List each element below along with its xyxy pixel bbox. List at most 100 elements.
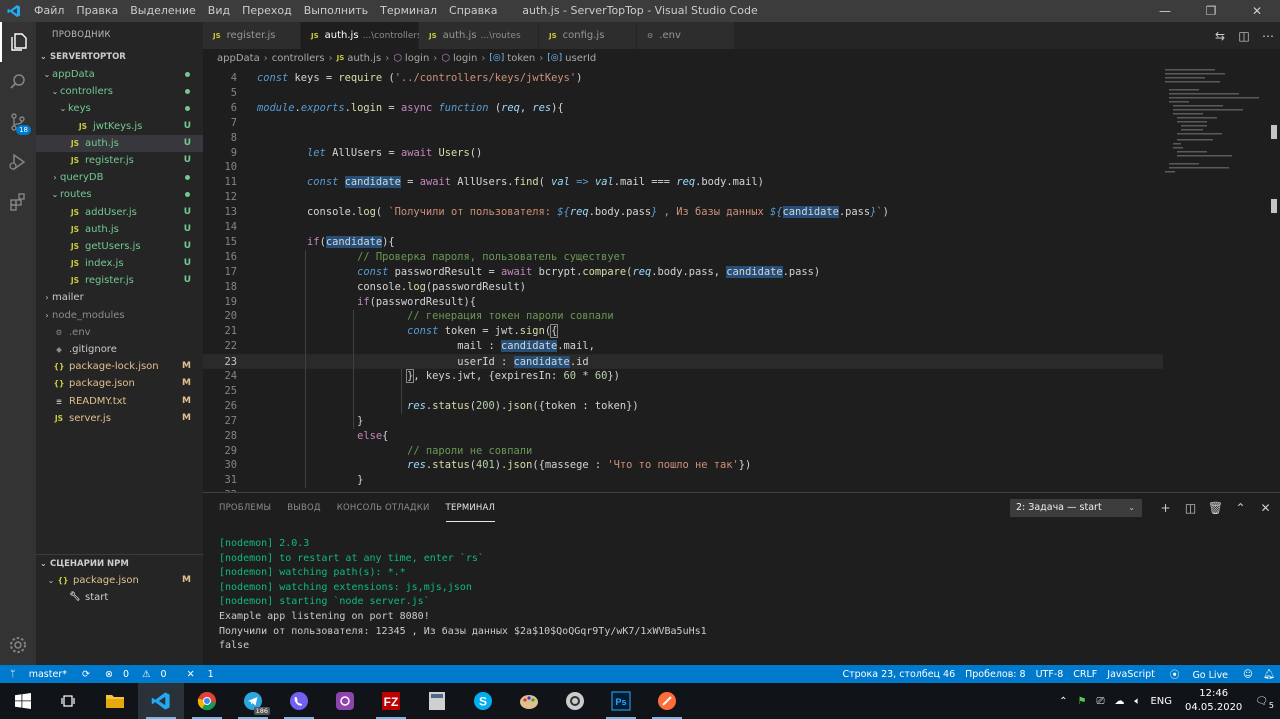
tree-file[interactable]: JS server.js M [36, 410, 203, 427]
volume-icon[interactable]: 🔈︎ [1129, 696, 1145, 707]
tree-file[interactable]: JS register.js U [36, 272, 203, 289]
maximize-panel-icon[interactable]: ⌃ [1228, 499, 1253, 517]
code-line[interactable]: 21 const token = jwt.sign({ [203, 324, 1163, 339]
task-view-button[interactable] [46, 683, 92, 719]
editor-tab[interactable]: JSauth.js...\controllers× [301, 22, 439, 49]
tree-file[interactable]: JS getUsers.js U [36, 238, 203, 255]
tree-file[interactable]: ≡ READMY.txt M [36, 393, 203, 410]
code-line[interactable]: 4 const keys = require ('../controllers/k… [203, 71, 1163, 86]
taskbar-filezilla[interactable]: FZ [368, 683, 414, 719]
explorer-button[interactable] [0, 22, 36, 62]
menu-run[interactable]: Выполнить [298, 0, 374, 22]
compare-icon[interactable]: ⇆ [1208, 29, 1232, 43]
taskbar-calculator[interactable] [414, 683, 460, 719]
language-mode[interactable]: JavaScript [1102, 669, 1160, 680]
notifications-button[interactable]: 🗨︎ 5 [1250, 696, 1280, 710]
code-line[interactable]: 22 mail : candidate.mail, [203, 339, 1163, 354]
tree-folder[interactable]: ⌄ routes [36, 186, 203, 203]
flag-icon[interactable]: ⚑ [1073, 696, 1092, 707]
editor-tab[interactable]: JS auth.js ...\routes [419, 22, 539, 49]
code-line[interactable]: 8 [203, 131, 1163, 146]
tree-folder[interactable]: ⌄ appData [36, 66, 203, 83]
run-debug-button[interactable] [0, 142, 36, 182]
clock[interactable]: 12:46 04.05.2020 [1177, 687, 1250, 715]
code-line[interactable]: 31 } [203, 473, 1163, 488]
code-line[interactable]: 24 }, keys.jwt, {expiresIn: 60 * 60}) [203, 369, 1163, 384]
manage-button[interactable] [0, 625, 36, 665]
code-line[interactable]: 20 // генерация токен пароли совпали [203, 309, 1163, 324]
git-branch[interactable]: ᛘ master* [0, 669, 77, 680]
source-control-button[interactable]: 18 [0, 102, 36, 142]
encoding[interactable]: UTF-8 [1031, 669, 1069, 680]
new-terminal-icon[interactable]: + [1153, 499, 1178, 517]
more-actions-icon[interactable]: ⋯ [1256, 29, 1280, 43]
npm-scripts-header[interactable]: ⌄ СЦЕНАРИИ NPM [36, 554, 203, 572]
menu-go[interactable]: Переход [236, 0, 298, 22]
taskbar-viber[interactable] [276, 683, 322, 719]
taskbar-paint[interactable] [506, 683, 552, 719]
code-line[interactable]: 25 [203, 384, 1163, 399]
code-line[interactable]: 23 userId : candidate.id [203, 354, 1163, 369]
code-line[interactable]: 6 module.exports.login = async function (… [203, 101, 1163, 116]
trash-icon[interactable]: 🗑︎ [1203, 499, 1228, 517]
tree-file[interactable]: JS index.js U [36, 255, 203, 272]
close-panel-icon[interactable]: ✕ [1253, 499, 1278, 517]
project-root[interactable]: ⌄ SERVERTOPTOR [36, 48, 203, 66]
taskbar-vscode[interactable] [138, 683, 184, 719]
code-line[interactable]: 28 else{ [203, 429, 1163, 444]
breadcrumb-symbol-userid[interactable]: userId [565, 53, 596, 64]
code-line[interactable]: 10 [203, 160, 1163, 175]
terminal-output[interactable]: [nodemon] 2.0.3 [nodemon] to restart at a… [219, 537, 707, 654]
maximize-button[interactable]: ❐ [1188, 0, 1234, 22]
breadcrumb-folder-controllers[interactable]: controllers [272, 53, 325, 64]
split-terminal-icon[interactable]: ◫ [1178, 499, 1203, 517]
taskbar-skype[interactable]: S [460, 683, 506, 719]
tree-file[interactable]: JS register.js U [36, 152, 203, 169]
code-line[interactable]: 19 if(passwordResult){ [203, 295, 1163, 310]
taskbar-obs[interactable] [552, 683, 598, 719]
tab-problems[interactable]: ПРОБЛЕМЫ [219, 495, 271, 521]
breadcrumb-file[interactable]: auth.js [347, 53, 381, 64]
npm-script-start[interactable]: 🔧︎ start [36, 589, 203, 606]
menu-selection[interactable]: Выделение [124, 0, 202, 22]
minimize-button[interactable]: — [1142, 0, 1188, 22]
close-button[interactable]: ✕ [1234, 0, 1280, 22]
tree-file[interactable]: {} package.json M [36, 375, 203, 392]
extensions-button[interactable] [0, 182, 36, 222]
tree-folder[interactable]: ⌄ keys [36, 100, 203, 117]
code-line[interactable]: 18 console.log(passwordResult) [203, 280, 1163, 295]
code-line[interactable]: 29 // пароли не совпали [203, 444, 1163, 459]
tree-file[interactable]: ◆ .gitignore [36, 341, 203, 358]
tree-file[interactable]: JS auth.js U [36, 134, 203, 152]
cursor-position[interactable]: Строка 23, столбец 46 [837, 669, 960, 680]
tree-file[interactable]: JS auth.js U [36, 221, 203, 238]
indentation[interactable]: Пробелов: 8 [960, 669, 1030, 680]
code-line[interactable]: 12 [203, 190, 1163, 205]
problems-indicator[interactable]: ⊗ 0 ⚠ 0 [95, 669, 177, 680]
code-line[interactable]: 15 if(candidate){ [203, 235, 1163, 250]
taskbar-postman[interactable] [644, 683, 690, 719]
breadcrumb-symbol-token[interactable]: token [507, 53, 535, 64]
tree-folder[interactable]: ⌄ controllers [36, 83, 203, 100]
cloud-icon[interactable]: ☁ [1109, 696, 1129, 707]
tab-output[interactable]: ВЫВОД [287, 495, 321, 521]
npm-package-file[interactable]: ⌄{} package.json M [36, 572, 203, 589]
code-line[interactable]: 5 [203, 86, 1163, 101]
menu-view[interactable]: Вид [202, 0, 236, 22]
taskbar-chrome[interactable] [184, 683, 230, 719]
editor-tab[interactable]: ⚙ .env [637, 22, 735, 49]
breadcrumb-symbol-login[interactable]: login [405, 53, 429, 64]
terminal-select[interactable]: 2: Задача — start ⌄ [1010, 499, 1142, 517]
code-line[interactable]: 14 [203, 220, 1163, 235]
code-line[interactable]: 17 const passwordResult = await bcrypt.c… [203, 265, 1163, 280]
editor-scrollbar[interactable] [1268, 67, 1280, 492]
minimap[interactable] [1163, 67, 1268, 492]
chevron-up-icon[interactable]: ⌃ [1054, 696, 1072, 707]
network-icon[interactable]: ⎚ [1091, 696, 1109, 707]
code-line[interactable]: 11 const candidate = await AllUsers.find… [203, 175, 1163, 190]
breadcrumb-symbol-login-fn[interactable]: login [453, 53, 477, 64]
code-editor[interactable]: 4 const keys = require ('../controllers/k… [203, 67, 1163, 492]
ports-indicator[interactable]: ✕ 1 [177, 669, 224, 680]
tree-folder[interactable]: › mailer [36, 289, 203, 306]
tab-debug-console[interactable]: КОНСОЛЬ ОТЛАДКИ [337, 495, 430, 521]
